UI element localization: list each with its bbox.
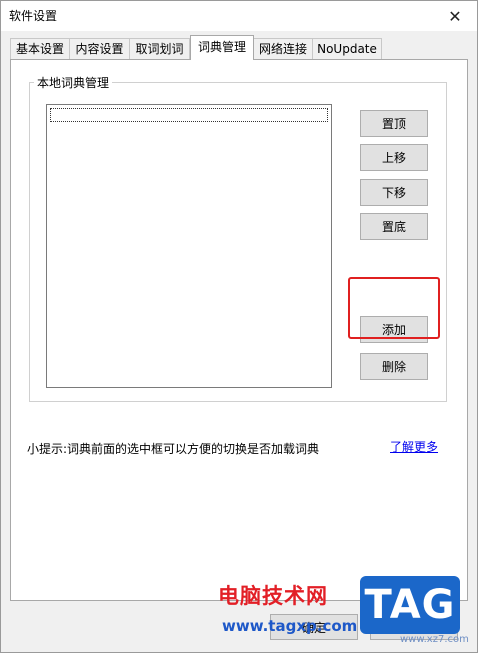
close-icon[interactable]: ✕ xyxy=(433,1,477,31)
highlight-annotation xyxy=(348,277,440,339)
tag-logo: TAG xyxy=(360,576,460,634)
tab-dictionary-management[interactable]: 词典管理 xyxy=(190,35,254,60)
tab-network[interactable]: 网络连接 xyxy=(253,38,313,59)
move-down-button[interactable]: 下移 xyxy=(360,179,428,206)
move-top-button[interactable]: 置顶 xyxy=(360,110,428,137)
tab-word-capture[interactable]: 取词划词 xyxy=(129,38,190,59)
delete-button[interactable]: 删除 xyxy=(360,353,428,380)
tab-noupdate[interactable]: NoUpdate xyxy=(312,38,382,59)
window-title: 软件设置 xyxy=(9,9,58,23)
learn-more-link[interactable]: 了解更多 xyxy=(390,438,438,455)
move-bottom-button[interactable]: 置底 xyxy=(360,213,428,240)
move-up-button[interactable]: 上移 xyxy=(360,144,428,171)
group-label: 本地词典管理 xyxy=(34,74,113,91)
watermark-url: www.tagxp.com xyxy=(222,617,358,635)
tag-logo-subtext: www.xz7.com xyxy=(400,634,469,645)
tab-basic-settings[interactable]: 基本设置 xyxy=(10,38,70,59)
watermark-site-name: 电脑技术网 xyxy=(218,584,328,608)
dictionary-list[interactable] xyxy=(46,104,332,388)
tip-text: 小提示:词典前面的选中框可以方便的切换是否加载词典 xyxy=(27,442,320,456)
tab-content-settings[interactable]: 内容设置 xyxy=(69,38,130,59)
list-focus-row[interactable] xyxy=(50,108,328,122)
title-bar: 软件设置 ✕ xyxy=(1,1,477,31)
